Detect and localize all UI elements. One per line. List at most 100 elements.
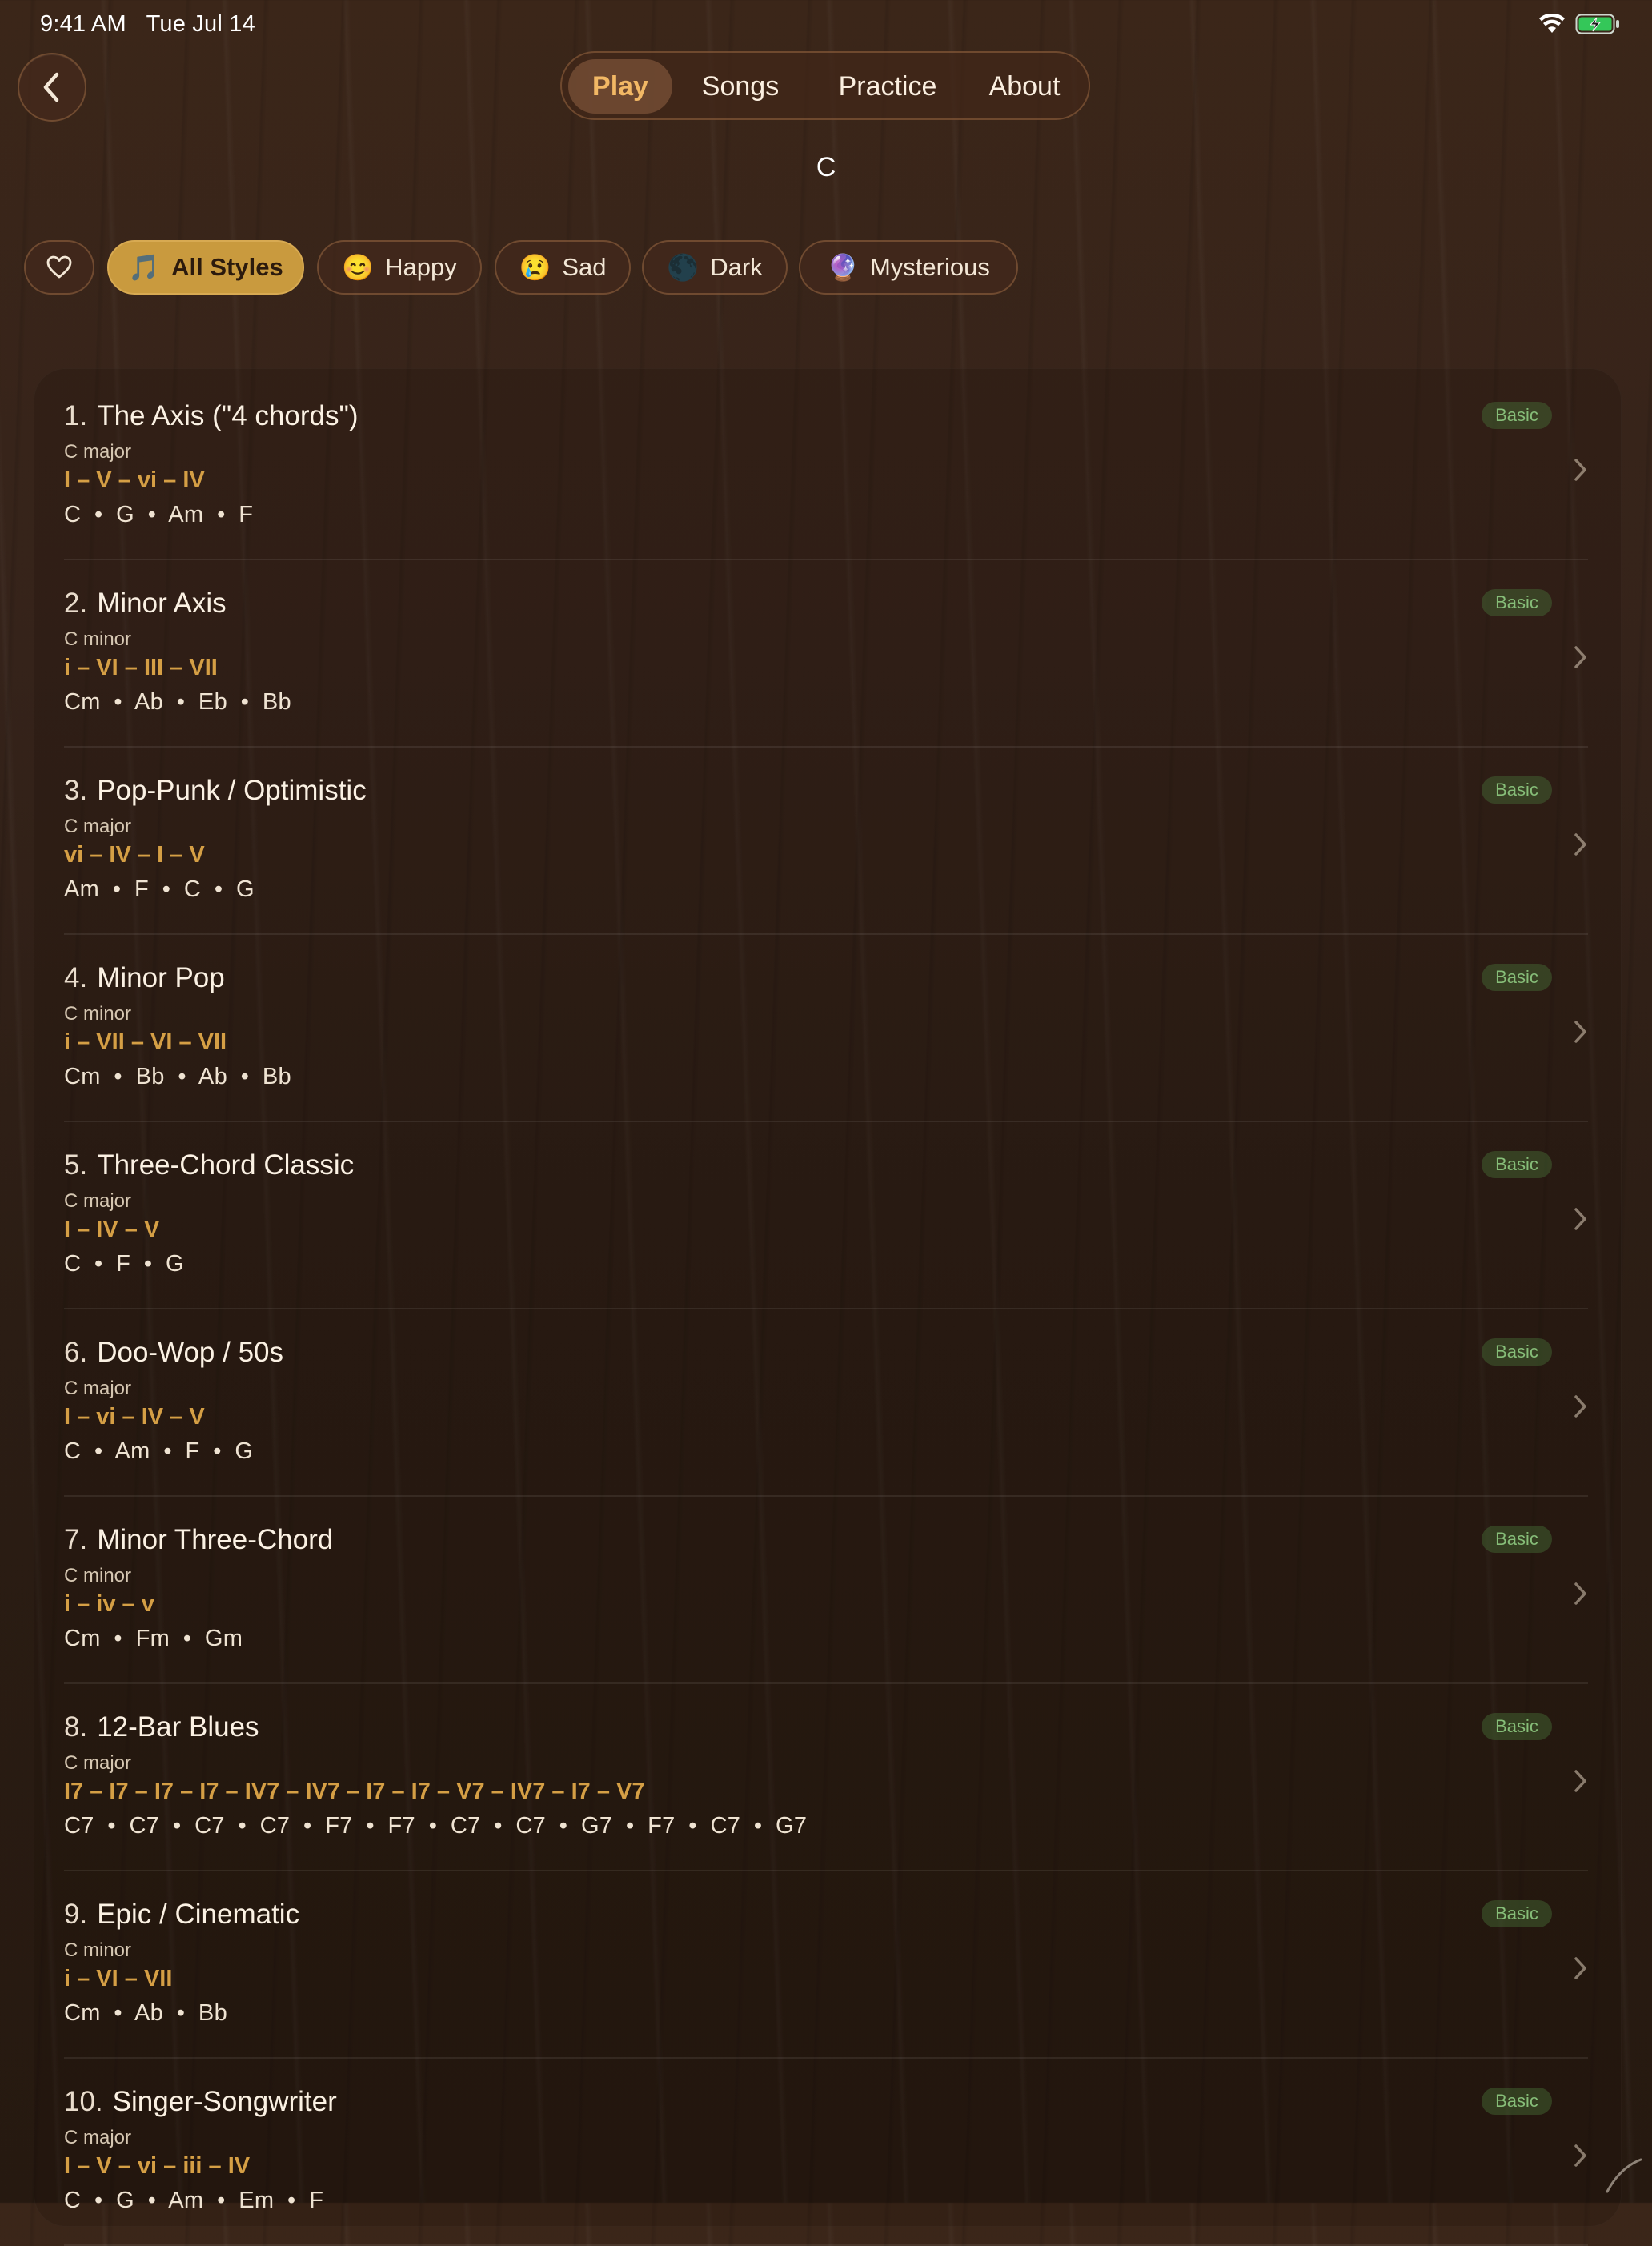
progression-name: Minor Three-Chord <box>97 1524 334 1555</box>
progression-roman-numerals: I – IV – V <box>64 1217 160 1242</box>
status-bar: 9:41 AM Tue Jul 14 <box>0 0 1652 51</box>
difficulty-badge: Basic <box>1482 2088 1552 2115</box>
progression-name: Minor Pop <box>97 962 225 993</box>
progression-number: 3. <box>64 775 88 806</box>
chevron-right-icon <box>1574 459 1586 481</box>
status-time: 9:41 AM Tue Jul 14 <box>40 11 255 38</box>
progression-chords: Cm • Fm • Gm <box>64 1626 243 1651</box>
progression-title: 6. Doo-Wop / 50s <box>64 1337 283 1369</box>
progression-roman-numerals: i – VI – III – VII <box>64 655 218 680</box>
progression-roman-numerals: I – V – vi – iii – IV <box>64 2153 251 2179</box>
progression-row[interactable]: 5. Three-Chord Classic C major I – IV – V C … <box>64 1122 1588 1309</box>
progression-name: Doo-Wop / 50s <box>97 1337 284 1368</box>
progression-title: 8. 12-Bar Blues <box>64 1711 259 1743</box>
filter-chip-happy[interactable]: 😊 Happy <box>317 240 482 295</box>
chevron-right-icon <box>1574 1021 1586 1043</box>
progression-key: C major <box>64 1190 132 1212</box>
progression-number: 1. <box>64 400 88 431</box>
chevron-left-icon <box>43 72 59 102</box>
filter-chip-label: Mysterious <box>869 253 990 281</box>
progression-title: 5. Three-Chord Classic <box>64 1149 354 1181</box>
progression-chords: C • Am • F • G <box>64 1438 254 1464</box>
progression-number: 9. <box>64 1899 88 1930</box>
filter-chip-dark[interactable]: 🌑 Dark <box>642 240 788 295</box>
difficulty-badge: Basic <box>1482 1900 1552 1927</box>
new-moon-icon: 🌑 <box>667 253 700 282</box>
chevron-right-icon <box>1574 1957 1586 1979</box>
heart-icon <box>46 255 72 279</box>
progression-chords: C • G • Am • Em • F <box>64 2188 324 2213</box>
filter-chip-mysterious[interactable]: 🔮 Mysterious <box>799 240 1018 295</box>
progression-row[interactable]: 10. Singer-Songwriter C major I – V – vi – … <box>64 2059 1588 2246</box>
progression-row[interactable]: 2. Minor Axis C minor i – VI – III – VII Cm … <box>64 560 1588 748</box>
progression-row[interactable]: 7. Minor Three-Chord C minor i – iv – v Cm •… <box>64 1497 1588 1684</box>
filter-chip-sad[interactable]: 😢 Sad <box>495 240 631 295</box>
tab-practice[interactable]: Practice <box>812 59 964 114</box>
progression-number: 5. <box>64 1149 88 1181</box>
progression-roman-numerals: I – vi – IV – V <box>64 1404 205 1430</box>
back-button[interactable] <box>18 53 86 122</box>
progression-chords: C • F • G <box>64 1251 184 1277</box>
wifi-icon <box>1539 14 1565 33</box>
progression-row[interactable]: 1. The Axis ("4 chords") C major I – V – vi… <box>64 373 1588 560</box>
progression-roman-numerals: I7 – I7 – I7 – I7 – IV7 – IV7 – I7 – I7 … <box>64 1779 645 1804</box>
crying-face-icon: 😢 <box>519 253 551 282</box>
chevron-right-icon <box>1574 2144 1586 2167</box>
progression-key: C major <box>64 1378 132 1399</box>
filter-chip-all-styles[interactable]: 🎵 All Styles <box>107 240 304 295</box>
main-tabs: Play Songs Practice About <box>560 51 1090 120</box>
progression-name: Singer-Songwriter <box>112 2086 337 2117</box>
progression-row[interactable]: 4. Minor Pop C minor i – VII – VI – VII Cm •… <box>64 935 1588 1122</box>
chevron-right-icon <box>1574 1208 1586 1230</box>
progression-title: 7. Minor Three-Chord <box>64 1524 333 1556</box>
progression-roman-numerals: i – VI – VII <box>64 1966 173 1991</box>
progression-number: 4. <box>64 962 88 993</box>
progression-row[interactable]: 9. Epic / Cinematic C minor i – VI – VII Cm … <box>64 1871 1588 2059</box>
progression-row[interactable]: 6. Doo-Wop / 50s C major I – vi – IV – V C •… <box>64 1309 1588 1497</box>
progression-chords: Cm • Bb • Ab • Bb <box>64 1064 291 1089</box>
music-note-icon: 🎵 <box>128 253 161 282</box>
progression-key: C minor <box>64 628 132 650</box>
progression-chords: Am • F • C • G <box>64 876 255 902</box>
progression-row[interactable]: 8. 12-Bar Blues C major I7 – I7 – I7 – I7 –… <box>64 1684 1588 1871</box>
corner-arc-icon <box>1606 2158 1642 2193</box>
progression-title: 9. Epic / Cinematic <box>64 1899 299 1931</box>
filter-chip-label: All Styles <box>171 253 283 281</box>
progression-title: 2. Minor Axis <box>64 588 227 620</box>
progression-name: Pop-Punk / Optimistic <box>97 775 367 806</box>
progression-key: C major <box>64 1752 132 1774</box>
progression-name: The Axis ("4 chords") <box>97 400 359 431</box>
progression-key: C major <box>64 816 132 837</box>
chevron-right-icon <box>1574 1395 1586 1418</box>
progression-name: Epic / Cinematic <box>97 1899 300 1930</box>
tab-play[interactable]: Play <box>568 59 672 114</box>
progression-name: Three-Chord Classic <box>97 1149 355 1181</box>
progression-key: C major <box>64 441 132 463</box>
progression-roman-numerals: I – V – vi – IV <box>64 467 205 493</box>
favorites-filter-button[interactable] <box>24 240 94 295</box>
progression-chords: C • G • Am • F <box>64 502 254 527</box>
progression-number: 7. <box>64 1524 88 1555</box>
progression-roman-numerals: vi – IV – I – V <box>64 842 205 868</box>
status-date: Tue Jul 14 <box>146 11 255 37</box>
tab-songs[interactable]: Songs <box>680 59 800 114</box>
chevron-right-icon <box>1574 1582 1586 1605</box>
difficulty-badge: Basic <box>1482 776 1552 804</box>
progression-title: 3. Pop-Punk / Optimistic <box>64 775 367 807</box>
progression-number: 10. <box>64 2086 103 2117</box>
chevron-right-icon <box>1574 646 1586 668</box>
key-label: C <box>816 152 836 182</box>
progression-key: C major <box>64 2127 132 2148</box>
filter-chip-label: Sad <box>562 253 607 281</box>
difficulty-badge: Basic <box>1482 964 1552 991</box>
progression-title: 1. The Axis ("4 chords") <box>64 400 359 432</box>
progression-roman-numerals: i – iv – v <box>64 1591 154 1617</box>
status-clock: 9:41 AM <box>40 11 126 37</box>
progression-number: 6. <box>64 1337 88 1368</box>
progression-number: 2. <box>64 588 88 619</box>
chevron-right-icon <box>1574 1770 1586 1792</box>
difficulty-badge: Basic <box>1482 589 1552 616</box>
progression-row[interactable]: 3. Pop-Punk / Optimistic C major vi – IV – … <box>64 748 1588 935</box>
tab-about[interactable]: About <box>968 59 1081 114</box>
progression-name: 12-Bar Blues <box>97 1711 259 1743</box>
